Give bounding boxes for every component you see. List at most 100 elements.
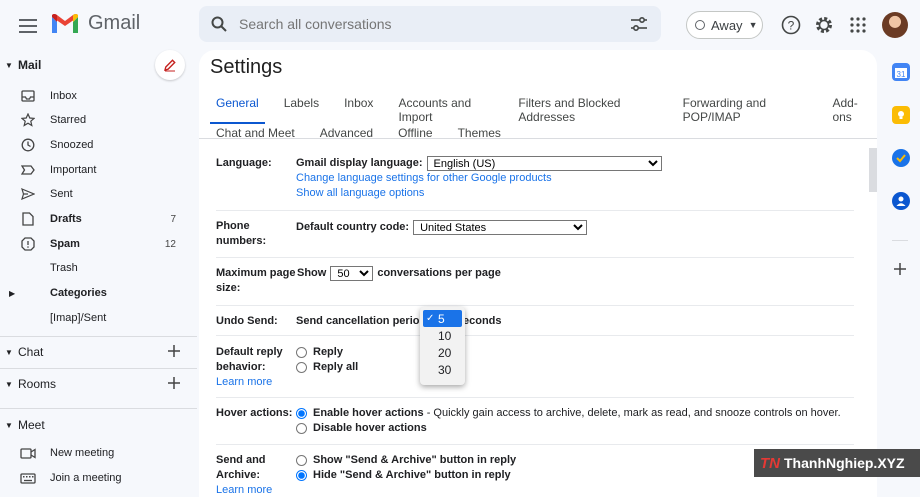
- sidebar-item-imap-sent[interactable]: [Imap]/Sent: [0, 306, 190, 330]
- dropdown-option[interactable]: 20: [420, 344, 465, 361]
- get-addons-button[interactable]: [894, 262, 906, 280]
- dropdown-option[interactable]: 10: [420, 327, 465, 344]
- learn-more-link[interactable]: Learn more: [216, 376, 272, 388]
- disable-hover-radio-input[interactable]: [296, 423, 307, 434]
- support-button[interactable]: ?: [779, 13, 803, 37]
- add-room-button[interactable]: [168, 376, 180, 392]
- tab-offline[interactable]: Offline: [392, 122, 438, 148]
- tab-inbox[interactable]: Inbox: [338, 92, 379, 118]
- dropdown-option[interactable]: 30: [420, 361, 465, 378]
- star-icon: [20, 112, 36, 128]
- contacts-icon[interactable]: [892, 192, 910, 210]
- setting-label: Default reply behavior: Learn more: [216, 345, 294, 390]
- settings-tabs-row-2: Chat and Meet Advanced Offline Themes: [210, 122, 507, 148]
- display-language-select[interactable]: English (US): [426, 156, 662, 171]
- sidebar-item-categories[interactable]: ▶ Categories: [0, 281, 190, 305]
- dropdown-arrow-icon: ▼: [748, 20, 758, 30]
- change-language-link[interactable]: Change language settings for other Googl…: [296, 171, 856, 186]
- section-meet[interactable]: ▼ Meet: [0, 414, 45, 436]
- tab-forwarding[interactable]: Forwarding and POP/IMAP: [677, 92, 814, 124]
- sidebar-item-trash[interactable]: Trash: [0, 256, 190, 280]
- radio-label: Disable hover actions: [313, 422, 427, 434]
- row-divider: [216, 305, 854, 306]
- keep-icon[interactable]: [892, 106, 910, 124]
- calendar-icon[interactable]: 31: [892, 63, 910, 81]
- learn-more-link[interactable]: Learn more: [216, 484, 272, 496]
- tab-chat-meet[interactable]: Chat and Meet: [210, 122, 301, 148]
- sidebar-divider: [0, 368, 197, 369]
- status-button[interactable]: Away ▼: [686, 11, 763, 39]
- country-code-label: Default country code:: [296, 221, 410, 233]
- search-input[interactable]: [239, 16, 617, 32]
- search-button[interactable]: [199, 16, 239, 32]
- side-panel: 31: [880, 50, 920, 497]
- sidebar-item-important[interactable]: Important: [0, 158, 190, 182]
- reply-radio-input[interactable]: [296, 347, 307, 358]
- hamburger-icon: [19, 19, 37, 33]
- sidebar-item-sent[interactable]: Sent: [0, 182, 190, 206]
- compose-button[interactable]: [155, 50, 185, 80]
- enable-hover-radio-input[interactable]: [296, 408, 307, 419]
- tab-themes[interactable]: Themes: [452, 122, 507, 148]
- sidebar-item-label: Inbox: [50, 90, 77, 102]
- search-options-button[interactable]: [617, 17, 661, 31]
- setting-value: Show 50 conversations per page: [297, 266, 857, 281]
- tune-icon: [631, 17, 647, 31]
- sidebar-item-snoozed[interactable]: Snoozed: [0, 133, 190, 157]
- disable-hover-radio[interactable]: Disable hover actions: [296, 421, 856, 436]
- sidebar-item-drafts[interactable]: Drafts 7: [0, 207, 190, 231]
- country-code-select[interactable]: United States: [413, 220, 588, 235]
- reply-all-radio-input[interactable]: [296, 362, 307, 373]
- watermark-logo: TN: [760, 455, 780, 472]
- page-title: Settings: [210, 56, 283, 78]
- left-sidebar: ▼ Mail Inbox Starred Snoozed Important S…: [0, 50, 197, 497]
- page-size-select[interactable]: 50: [330, 266, 374, 281]
- tab-labels[interactable]: Labels: [278, 92, 325, 118]
- tab-accounts-import[interactable]: Accounts and Import: [392, 92, 499, 124]
- expand-caret-icon: ▶: [9, 288, 16, 298]
- row-divider: [216, 444, 854, 445]
- meet-item-label: New meeting: [50, 447, 115, 459]
- hide-send-archive-radio-input[interactable]: [296, 470, 307, 481]
- section-chat[interactable]: ▼ Chat: [0, 341, 180, 363]
- sidebar-item-label: Important: [50, 164, 97, 176]
- section-chat-label: Chat: [18, 345, 44, 359]
- sidebar-item-spam[interactable]: Spam 12: [0, 232, 190, 256]
- gmail-logo[interactable]: Gmail: [50, 12, 140, 35]
- account-avatar[interactable]: [882, 12, 908, 38]
- tab-general[interactable]: General: [210, 92, 265, 124]
- sidebar-item-label: Spam: [50, 238, 80, 250]
- add-chat-button[interactable]: [168, 344, 180, 360]
- hover-description: - Quickly gain access to archive, delete…: [423, 407, 841, 419]
- show-all-languages-link[interactable]: Show all language options: [296, 186, 856, 201]
- undo-period-dropdown[interactable]: 5 10 20 30: [420, 307, 465, 385]
- sidebar-item-label: Drafts: [50, 213, 82, 225]
- search-bar[interactable]: [199, 6, 661, 42]
- section-rooms[interactable]: ▼ Rooms: [0, 373, 180, 395]
- apps-button[interactable]: [846, 13, 870, 37]
- sidebar-item-label: Snoozed: [50, 139, 94, 151]
- main-menu-button[interactable]: [12, 10, 44, 42]
- sidebar-item-inbox[interactable]: Inbox: [0, 84, 190, 108]
- collapse-caret-icon: ▼: [5, 420, 13, 430]
- tasks-icon[interactable]: [892, 149, 910, 167]
- tab-advanced[interactable]: Advanced: [314, 122, 379, 148]
- settings-content: Language: Gmail display language: Englis…: [199, 148, 877, 497]
- settings-panel: Settings General Labels Inbox Accounts a…: [199, 50, 877, 497]
- show-send-archive-radio-input[interactable]: [296, 455, 307, 466]
- section-mail[interactable]: ▼ Mail: [0, 54, 41, 76]
- reply-all-radio[interactable]: Reply all: [296, 360, 856, 375]
- sidebar-item-label: [Imap]/Sent: [50, 312, 107, 324]
- enable-hover-radio[interactable]: Enable hover actions - Quickly gain acce…: [296, 406, 856, 421]
- settings-button[interactable]: [812, 13, 836, 37]
- meet-new-meeting[interactable]: New meeting: [0, 441, 190, 465]
- gmail-m-icon: [52, 13, 78, 33]
- important-icon: [20, 162, 36, 178]
- meet-join-meeting[interactable]: Join a meeting: [0, 466, 190, 490]
- reply-behavior-label: Default reply behavior:: [216, 346, 283, 373]
- sidebar-item-starred[interactable]: Starred: [0, 108, 190, 132]
- tab-filters[interactable]: Filters and Blocked Addresses: [512, 92, 663, 124]
- dropdown-option-selected[interactable]: 5: [423, 310, 462, 327]
- tab-addons[interactable]: Add-ons: [826, 92, 877, 124]
- reply-radio[interactable]: Reply: [296, 345, 856, 360]
